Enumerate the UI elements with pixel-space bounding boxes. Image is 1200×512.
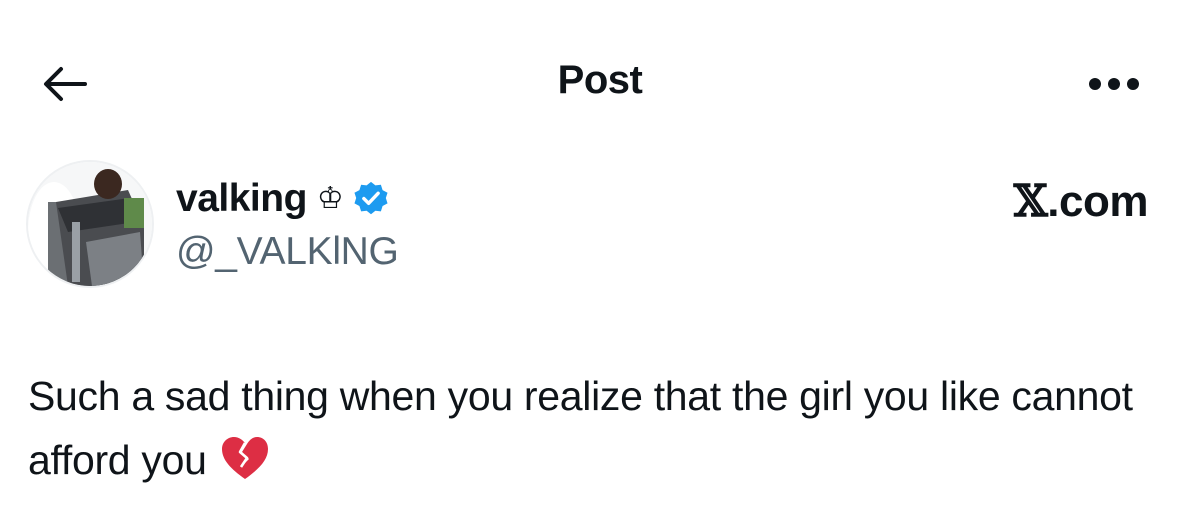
broken-heart-icon [221,437,268,480]
more-options-button[interactable] [1084,66,1144,102]
avatar[interactable] [28,162,152,286]
user-handle[interactable]: @_VALKlNG [176,230,399,274]
brand-domain: .com [1047,177,1148,226]
x-logo-icon: 𝕏 [1013,176,1048,227]
crown-emoji: ♔ [316,182,344,215]
brand-watermark: 𝕏.com [1013,176,1149,227]
verified-badge-icon [354,181,388,215]
post-text-content: Such a sad thing when you realize that t… [28,373,1133,483]
more-horizontal-icon [1089,78,1139,90]
post-text: Such a sad thing when you realize that t… [28,364,1168,492]
page-title: Post [557,58,643,102]
display-name[interactable]: valking [176,177,307,221]
display-name-row[interactable]: valking ♔ [176,174,390,224]
post-page: Post valking ♔ @_VALKlNG 𝕏.com Such a sa… [0,0,1200,512]
